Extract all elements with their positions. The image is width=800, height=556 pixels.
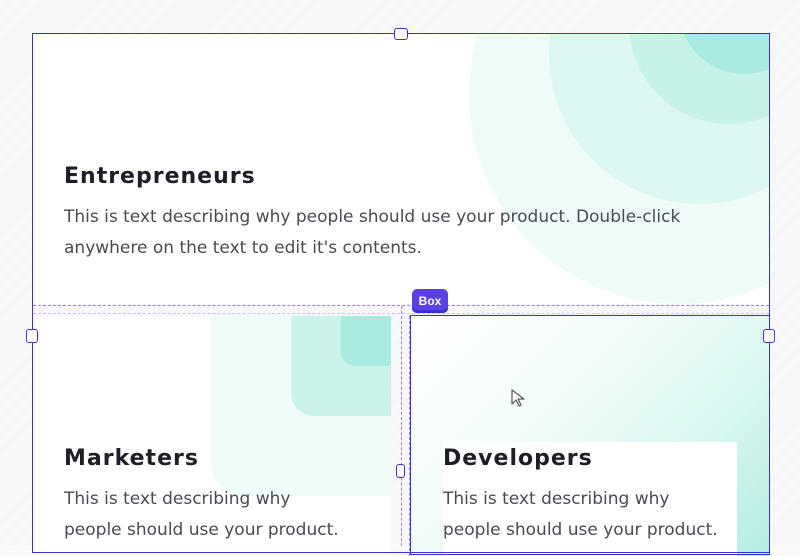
description-line: people should use your product.	[64, 520, 339, 540]
resize-handle-top[interactable]	[394, 28, 408, 40]
card-description[interactable]: This is text describing why people shoul…	[64, 202, 744, 264]
card-title[interactable]: Developers	[443, 446, 593, 471]
card-title[interactable]: Marketers	[64, 446, 199, 471]
resize-handle-right[interactable]	[763, 329, 775, 343]
layout-guide-vertical	[401, 306, 402, 546]
selection-type-label[interactable]: Box	[412, 289, 448, 313]
card-entrepreneurs[interactable]: Entrepreneurs This is text describing wh…	[33, 34, 769, 304]
resize-handle-left[interactable]	[26, 329, 38, 343]
card-developers[interactable]: Developers This is text describing why p…	[411, 316, 769, 556]
description-line: anywhere on the text to edit it's conten…	[64, 238, 422, 258]
description-line: This is text describing why	[443, 489, 670, 509]
arrow-cursor-icon	[510, 388, 528, 412]
description-line: This is text describing why	[64, 489, 291, 509]
card-marketers[interactable]: Marketers This is text describing why pe…	[33, 316, 391, 556]
card-description[interactable]: This is text describing why people shoul…	[443, 484, 763, 546]
layout-guide-vertical	[409, 316, 410, 556]
resize-handle-middle[interactable]	[396, 464, 405, 478]
description-line: people should use your product.	[443, 520, 718, 540]
card-title[interactable]: Entrepreneurs	[64, 164, 256, 189]
card-description[interactable]: This is text describing why people shoul…	[64, 484, 384, 546]
decorative-rounded-square	[341, 316, 391, 366]
description-line: This is text describing why people shoul…	[64, 207, 681, 227]
